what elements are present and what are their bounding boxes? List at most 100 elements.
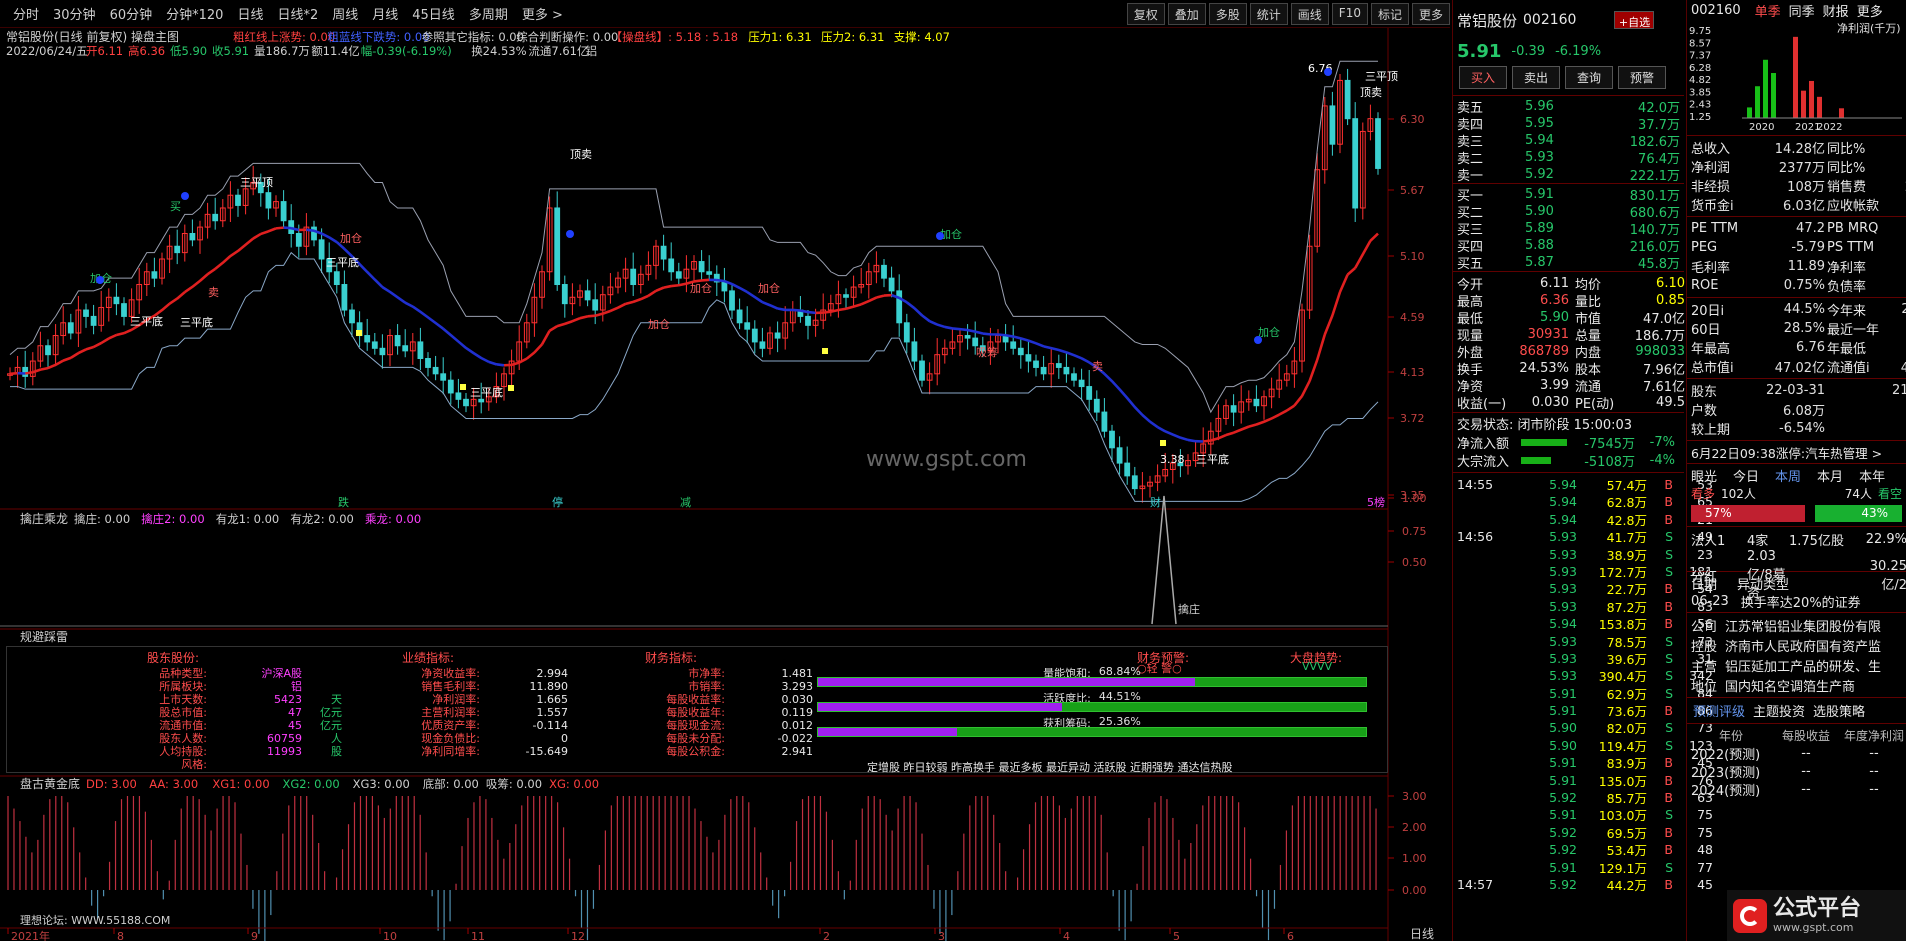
sub1-legend-item: 有龙1: 0.00 — [216, 512, 279, 526]
tick-row: 5.91 62.9万 S 84 — [1457, 684, 1713, 702]
stat-value: 0.85 — [1656, 293, 1685, 308]
toolbar-button[interactable]: 更多 — [1411, 3, 1450, 25]
event-row[interactable]: 06-23 换手率达20%的证券 — [1691, 592, 1902, 611]
gauge-label: 获利筹码: — [1043, 717, 1091, 730]
book-price: 5.88 — [1525, 238, 1554, 253]
f10-tab[interactable]: 更多 — [1857, 1, 1883, 20]
kline-chart-area[interactable]: 常铝股份(日线 前复权) 操盘主图 粗红线上涨势: 0.00粗蓝线下跌势: 0.0… — [0, 28, 1450, 941]
forecast-header-cell: 年度净利润 — [1843, 728, 1904, 743]
signal-annotation: 买 — [170, 200, 181, 213]
tick-side: B — [1664, 494, 1673, 510]
period-tab[interactable]: 分时 — [6, 4, 46, 23]
perf-value: 0 — [561, 731, 568, 745]
signal-annotation: 三平底 — [326, 255, 359, 269]
trade-action-button[interactable]: 卖出 — [1512, 66, 1560, 89]
tick-price: 5.92 — [1549, 824, 1577, 840]
vote-tab[interactable]: 本周 — [1775, 466, 1801, 485]
tick-side: B — [1664, 581, 1673, 597]
gauge-bar — [817, 702, 1367, 712]
candle-body — [1352, 118, 1359, 209]
signal-dot — [96, 276, 104, 284]
candle-body — [83, 309, 89, 317]
flow-pct: -7% — [1649, 435, 1675, 450]
period-tab[interactable]: 日线 — [230, 4, 270, 23]
price-tick-label: 6.30 — [1400, 113, 1425, 126]
holder-row: 股东人数: 60759 人 — [137, 730, 342, 746]
event-marker: 停 — [552, 495, 563, 509]
tick-side: S — [1665, 720, 1673, 736]
period-tab[interactable]: 分钟*120 — [159, 4, 230, 23]
sub2-title: 规避踩雷 — [20, 629, 68, 644]
fin-summary-row-key: 同比% — [1827, 161, 1866, 176]
tick-price: 5.92 — [1549, 876, 1577, 892]
trade-action-button[interactable]: 预警 — [1618, 66, 1666, 89]
trade-action-button[interactable]: 查询 — [1565, 66, 1613, 89]
vote-tab[interactable]: 本月 — [1817, 466, 1843, 485]
bottom-tab[interactable]: 预测评级 — [1693, 701, 1745, 720]
toolbar-button[interactable]: 画线 — [1290, 3, 1329, 25]
vote-tab[interactable]: 眼光 — [1691, 466, 1717, 485]
fin-summary-row-value: -15.65 — [1889, 159, 1906, 174]
toolbar-button[interactable]: F10 — [1331, 3, 1368, 25]
vote-counts: 看多 102人 74人 看空 — [1691, 485, 1902, 502]
perf-row: 净利同增率: -15.649 — [402, 743, 568, 759]
bottom-tab[interactable]: 选股策略 — [1813, 701, 1865, 720]
performance-row-key: 总市值i — [1691, 361, 1734, 376]
perf-row: 主营利润率: 1.557 — [402, 704, 568, 720]
ask-row: 卖五 5.96 42.0万 — [1457, 97, 1680, 116]
tick-side: S — [1665, 546, 1673, 562]
toolbar-button[interactable]: 标记 — [1370, 3, 1409, 25]
toolbar-button[interactable]: 统计 — [1249, 3, 1288, 25]
period-tab[interactable]: 30分钟 — [46, 4, 103, 23]
tick-row: 5.93 22.7万 B 54 — [1457, 579, 1713, 597]
bottom-tab[interactable]: 主题投资 — [1753, 701, 1805, 720]
add-favorite-button[interactable]: +自选 — [1614, 11, 1655, 29]
candle-body — [1063, 366, 1070, 375]
main-legend-item: 综合判断操作: 0.00 — [516, 30, 618, 44]
f10-tab[interactable]: 单季 — [1755, 1, 1781, 20]
fin-summary-row-key: 净利润 — [1691, 161, 1731, 176]
candle-body — [630, 268, 637, 286]
trade-action-button[interactable]: 买入 — [1459, 66, 1507, 89]
period-tab[interactable]: 月线 — [365, 4, 405, 23]
toolbar-button[interactable]: 叠加 — [1167, 3, 1206, 25]
toolbar-button[interactable]: 复权 — [1126, 3, 1165, 25]
sub3-tick-label: 1.00 — [1402, 852, 1427, 865]
candle-body — [379, 347, 386, 356]
tick-time: 14:55 — [1457, 477, 1494, 492]
valuation-row-value: 1.59 — [1889, 259, 1906, 274]
gauge-value: 68.84% — [1098, 665, 1141, 678]
vote-tab[interactable]: 今日 — [1733, 466, 1759, 485]
f10-ytick: 3.85 — [1689, 87, 1711, 98]
period-tab[interactable]: 周线 — [325, 4, 365, 23]
tick-volume: 62.8万 — [1606, 495, 1647, 511]
period-tab[interactable]: 45日线 — [405, 4, 462, 23]
sub3-legend-item: XG2: 0.00 — [283, 777, 340, 791]
period-tab[interactable]: 多周期 — [462, 4, 515, 23]
performance-row: 年最高6.76年最低3.38 — [1691, 338, 1902, 357]
period-tab[interactable]: 日线*2 — [270, 4, 325, 23]
fin-summary-row-value: 2.71亿 — [1889, 195, 1906, 214]
candle-body — [1344, 79, 1351, 120]
fin-summary-row-key: 非经损 — [1691, 180, 1731, 195]
fund-header-performance: 业绩指标: — [402, 651, 455, 665]
tick-row: 5.92 69.5万 B 75 — [1457, 823, 1713, 841]
quote-stat-row: 今开 6.11 均价 6.10 — [1457, 274, 1685, 293]
period-tab[interactable]: 更多 > — [515, 4, 570, 23]
book-price: 5.91 — [1525, 187, 1554, 202]
f10-ytick: 4.82 — [1689, 75, 1711, 86]
f10-tab[interactable]: 财报 — [1823, 1, 1849, 20]
f10-tab[interactable]: 同季 — [1789, 1, 1815, 20]
fin-value: 0.119 — [781, 705, 814, 719]
bear-count: 74人 看空 — [1845, 485, 1902, 502]
toolbar-button[interactable]: 多股 — [1208, 3, 1247, 25]
holder-key: 风格: — [181, 758, 207, 771]
tick-row: 5.91 135.0万 B 76 — [1457, 771, 1713, 789]
limit-up-news[interactable]: 6月22日09:38涨停:汽车热管理 > — [1687, 441, 1906, 463]
period-tab[interactable]: 60分钟 — [103, 4, 160, 23]
valuation-row-value: 1.48 — [1889, 221, 1906, 236]
fundamentals-panel: 股东股份: 业绩指标: 财务指标: 财务预警: ○轻 警○ 大盘趋势: VVVV… — [6, 646, 1388, 774]
f10-ytick: 1.25 — [1689, 112, 1711, 123]
vote-tab[interactable]: 本年 — [1859, 466, 1885, 485]
tick-volume: 390.4万 — [1598, 669, 1647, 685]
